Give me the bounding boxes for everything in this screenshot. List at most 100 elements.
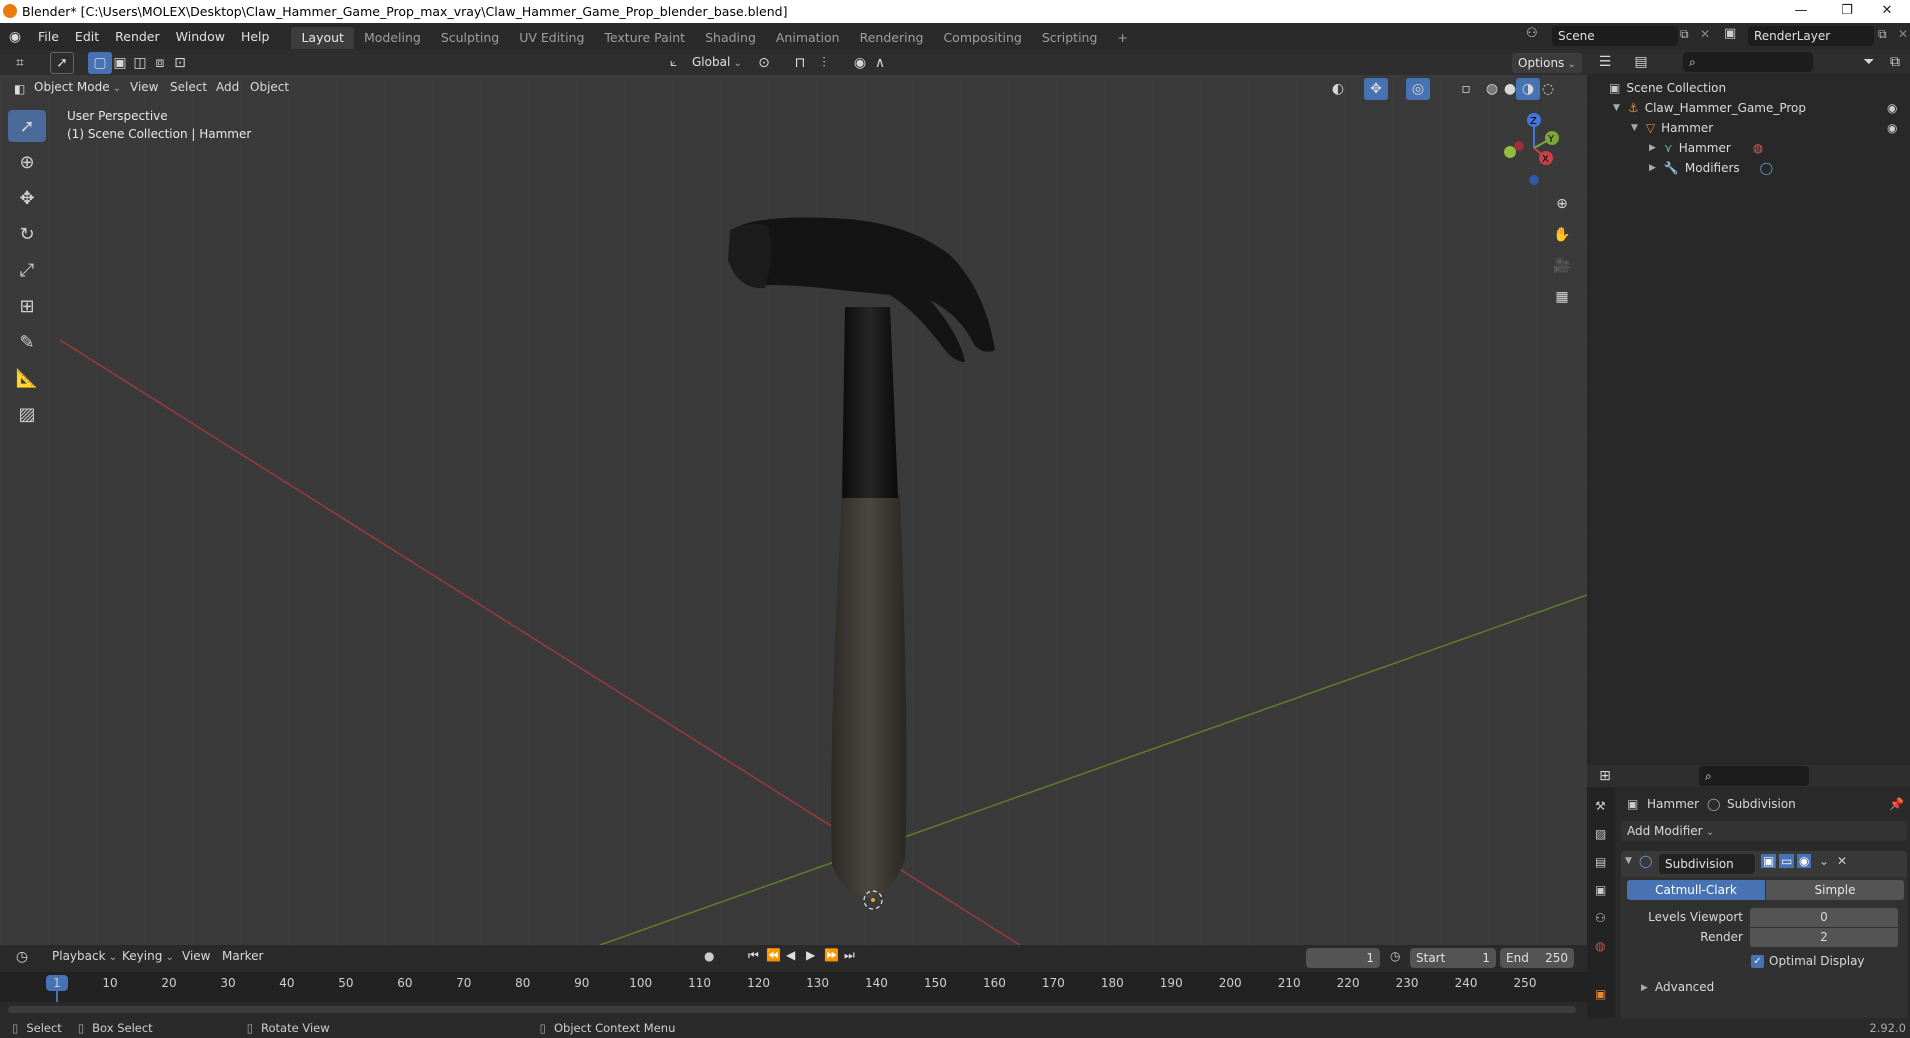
filter-icon[interactable]: ⏷ xyxy=(1857,51,1881,73)
transform-orientation-dropdown[interactable]: Global xyxy=(692,55,742,69)
outliner-row-scene-collection[interactable]: ▣ Scene Collection xyxy=(1587,78,1910,98)
scene-tab-icon[interactable]: ⚇ xyxy=(1595,911,1606,925)
outliner-editor-type-icon[interactable]: ☰ xyxy=(1593,51,1617,73)
move-tool-icon[interactable]: ✥ xyxy=(8,182,46,214)
view-layer-tab-icon[interactable]: ▣ xyxy=(1595,883,1606,897)
camera-view-icon[interactable]: 🎥 xyxy=(1550,255,1574,277)
select-mode-icon[interactable]: ➚ xyxy=(50,52,74,74)
outliner-row-claw-hammer-game-prop[interactable]: ▼ ⚓ Claw_Hammer_Game_Prop ◉ xyxy=(1587,98,1910,118)
record-icon[interactable]: ● xyxy=(704,949,714,963)
advanced-arrow-icon[interactable]: ▶ xyxy=(1641,983,1648,993)
orthographic-grid-icon[interactable]: ▦ xyxy=(1550,286,1574,308)
add-cube-tool-icon[interactable]: ▨ xyxy=(8,398,46,430)
menu-render[interactable]: Render xyxy=(107,23,168,50)
scene-selector-icon[interactable]: ⚇ xyxy=(1526,26,1538,41)
expand-arrow-icon[interactable]: ▼ xyxy=(1631,118,1638,138)
navigation-gizmo[interactable]: Z Y X xyxy=(1494,108,1564,188)
modifier-menu-icon[interactable]: ⌄ xyxy=(1819,854,1829,868)
pivot-point-icon[interactable]: ⊙ xyxy=(752,52,776,74)
snap-target-icon[interactable]: ⫶ xyxy=(812,52,836,74)
overlay-toggle-icon[interactable]: ◎ xyxy=(1406,78,1430,100)
view-layer-icon[interactable]: ▣ xyxy=(1724,26,1736,41)
new-scene-icon[interactable]: ⧉ xyxy=(1680,27,1689,42)
snap-icon[interactable]: ⊓ xyxy=(788,52,812,74)
playback-menu[interactable]: Playback xyxy=(52,949,117,963)
menu-file[interactable]: File xyxy=(30,23,67,50)
pan-hand-icon[interactable]: ✋ xyxy=(1550,224,1574,246)
scene-name-field[interactable]: Scene xyxy=(1552,26,1678,46)
display-mode-icon[interactable]: ▤ xyxy=(1629,51,1653,73)
tool-tab-icon[interactable]: ⚒ xyxy=(1595,799,1606,813)
jump-end-icon[interactable]: ⏭ xyxy=(844,948,855,963)
new-layer-icon[interactable]: ⧉ xyxy=(1878,27,1887,42)
jump-start-icon[interactable]: ⏮ xyxy=(748,948,759,963)
outliner-row-hammer-mesh[interactable]: ▶ ⋎ Hammer ◍ xyxy=(1587,138,1910,158)
expand-arrow-icon[interactable]: ▼ xyxy=(1613,98,1620,118)
mode-dropdown[interactable]: Object Mode xyxy=(34,80,121,94)
prev-keyframe-icon[interactable]: ⏪ xyxy=(766,948,781,962)
tab-catmull-clark[interactable]: Catmull-Clark xyxy=(1627,880,1765,900)
expand-arrow-icon[interactable]: ▶ xyxy=(1649,158,1656,178)
tab-uv-editing[interactable]: UV Editing xyxy=(509,27,594,49)
select-box-tool-icon[interactable]: ➚ xyxy=(8,110,46,142)
blender-menu-icon[interactable]: ◉ xyxy=(0,29,30,45)
new-collection-icon[interactable]: ⧉ xyxy=(1883,51,1907,73)
viewport-toggle-icon[interactable]: ▭ xyxy=(1779,854,1795,868)
world-tab-icon[interactable]: ◍ xyxy=(1595,939,1605,953)
play-reverse-icon[interactable]: ◀ xyxy=(786,948,795,962)
optimal-display-checkbox[interactable]: ✓ xyxy=(1751,955,1764,968)
edit-mode-toggle-icon[interactable]: ▣ xyxy=(1761,854,1777,868)
minimize-button[interactable]: — xyxy=(1778,0,1824,23)
tab-shading[interactable]: Shading xyxy=(695,27,766,49)
zoom-icon[interactable]: ⊕ xyxy=(1550,193,1574,215)
menu-edit[interactable]: Edit xyxy=(67,23,107,50)
outliner-row-hammer-object[interactable]: ▼ ▽ Hammer ◉ xyxy=(1587,118,1910,138)
tab-layout[interactable]: Layout xyxy=(291,26,354,49)
options-dropdown[interactable]: Options xyxy=(1512,53,1582,73)
outliner-row-modifiers[interactable]: ▶ 🔧 Modifiers ◯ xyxy=(1587,158,1910,178)
transform-tool-icon[interactable]: ⊞ xyxy=(8,290,46,322)
tab-rendering[interactable]: Rendering xyxy=(850,27,934,49)
add-workspace-button[interactable]: + xyxy=(1107,27,1137,49)
render-layer-field[interactable]: RenderLayer xyxy=(1748,26,1874,46)
tab-simple[interactable]: Simple xyxy=(1766,880,1904,900)
view-menu[interactable]: View xyxy=(130,80,158,94)
visibility-icon[interactable]: ◐ xyxy=(1326,78,1350,100)
render-levels-field[interactable]: 2 xyxy=(1750,928,1898,947)
annotate-tool-icon[interactable]: ✎ xyxy=(8,326,46,358)
tab-sculpting[interactable]: Sculpting xyxy=(431,27,509,49)
next-keyframe-icon[interactable]: ⏩ xyxy=(824,948,839,962)
object-menu[interactable]: Object xyxy=(250,80,289,94)
current-frame-field[interactable]: 1 xyxy=(1306,948,1380,968)
xray-icon[interactable]: ▫ xyxy=(1454,78,1478,100)
tab-texture-paint[interactable]: Texture Paint xyxy=(594,27,695,49)
3d-viewport[interactable]: ⌗ ➚ ▢ ▣ ◫ ⧈ ⊡ ⟀ Global ⊙ ⊓ ⫶ ◉ ∧ Options… xyxy=(0,50,1587,945)
timeline-view-menu[interactable]: View xyxy=(182,949,210,963)
timeline-editor-type-icon[interactable]: ◷ xyxy=(10,946,34,968)
expand-arrow-icon[interactable]: ▶ xyxy=(1649,138,1656,158)
editor-type-icon[interactable]: ⌗ xyxy=(8,52,32,74)
levels-viewport-field[interactable]: 0 xyxy=(1750,908,1898,927)
tab-compositing[interactable]: Compositing xyxy=(933,27,1031,49)
rotate-tool-icon[interactable]: ↻ xyxy=(8,218,46,250)
timeline-scrollbar[interactable] xyxy=(8,1006,1576,1013)
output-tab-icon[interactable]: ▤ xyxy=(1595,855,1606,869)
advanced-panel-label[interactable]: Advanced xyxy=(1655,980,1714,994)
modifier-name-field[interactable]: Subdivision xyxy=(1659,854,1755,874)
remove-modifier-icon[interactable]: ✕ xyxy=(1837,854,1847,868)
add-modifier-dropdown[interactable]: Add Modifier xyxy=(1621,821,1907,841)
measure-tool-icon[interactable]: 📐 xyxy=(8,362,46,394)
render-tab-icon[interactable]: ▨ xyxy=(1595,827,1606,841)
play-icon[interactable]: ▶ xyxy=(806,948,815,962)
visibility-eye-icon[interactable]: ◉ xyxy=(1887,98,1897,118)
pin-icon[interactable]: 📌 xyxy=(1889,797,1904,811)
marker-menu[interactable]: Marker xyxy=(222,949,263,963)
falloff-icon[interactable]: ∧ xyxy=(868,52,892,74)
add-menu[interactable]: Add xyxy=(216,80,239,94)
properties-search-input[interactable]: ⌕ xyxy=(1699,766,1809,786)
gizmo-toggle-icon[interactable]: ✥ xyxy=(1364,78,1388,100)
menu-window[interactable]: Window xyxy=(168,23,233,50)
shading-rendered-icon[interactable]: ◌ xyxy=(1536,78,1560,100)
render-toggle-icon[interactable]: ◉ xyxy=(1797,854,1812,868)
collapse-arrow-icon[interactable]: ▼ xyxy=(1625,856,1632,866)
